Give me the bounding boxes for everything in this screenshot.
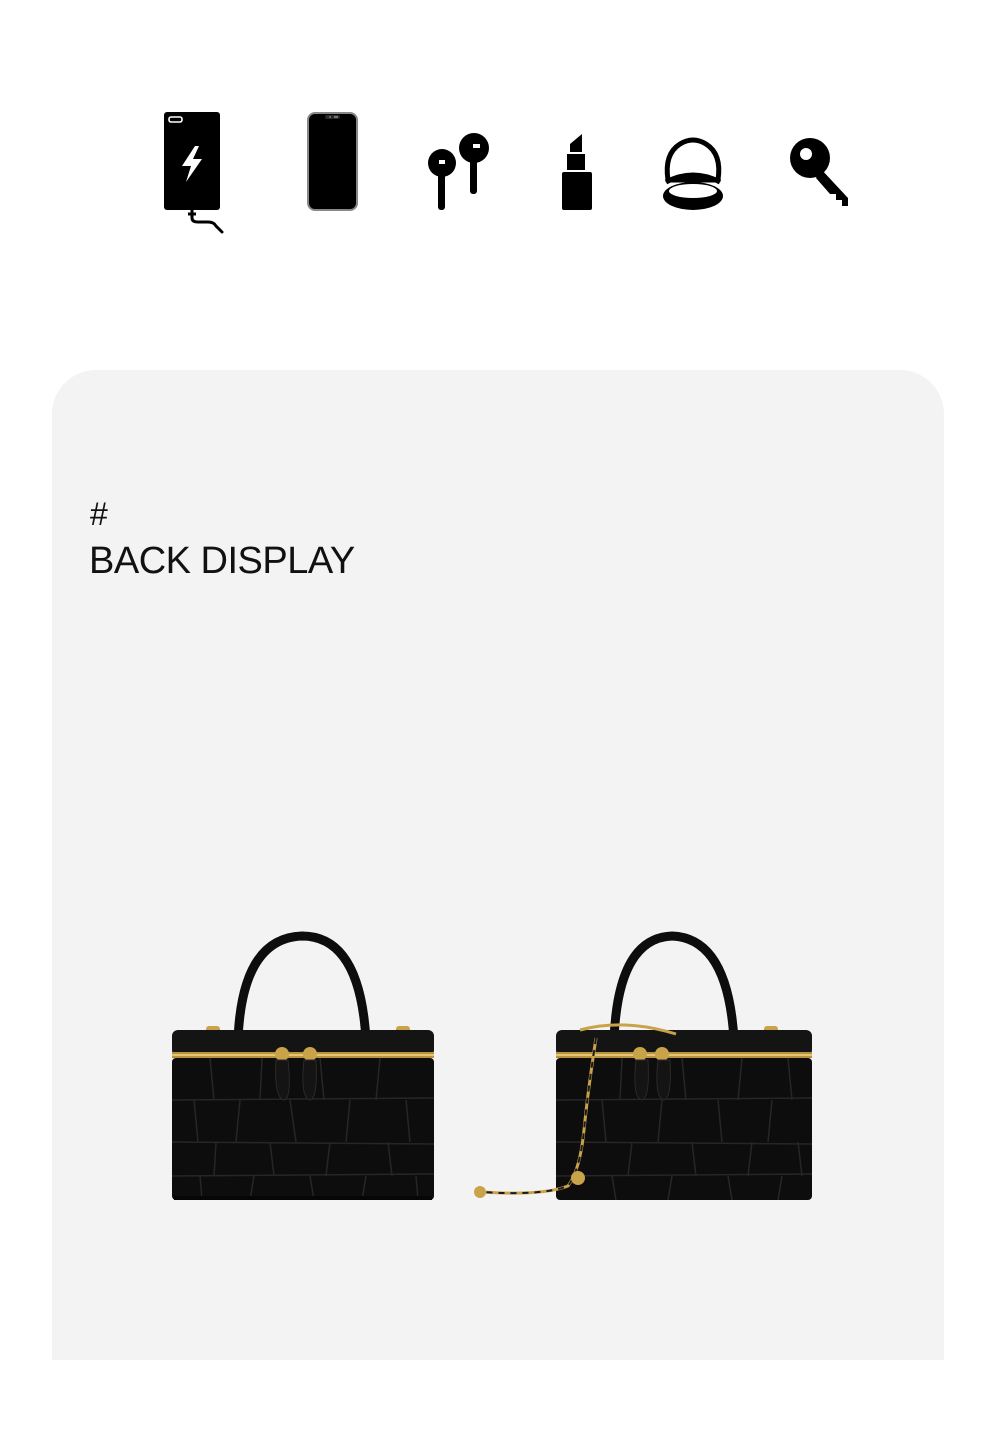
compact-mirror-icon bbox=[663, 137, 723, 210]
section-mark: # bbox=[90, 496, 108, 532]
section-title: BACK DISPLAY bbox=[89, 540, 355, 582]
smartphone-icon bbox=[307, 112, 358, 211]
key-icon bbox=[790, 138, 848, 206]
capacity-icons-row bbox=[150, 108, 860, 238]
handbag-chain-view bbox=[474, 931, 813, 1201]
back-display-panel: # BACK DISPLAY bbox=[52, 370, 944, 1360]
handbag-back-view bbox=[171, 931, 435, 1201]
charging-phone-icon bbox=[164, 112, 224, 234]
earbuds-icon bbox=[428, 133, 489, 210]
lipstick-icon bbox=[562, 134, 592, 210]
